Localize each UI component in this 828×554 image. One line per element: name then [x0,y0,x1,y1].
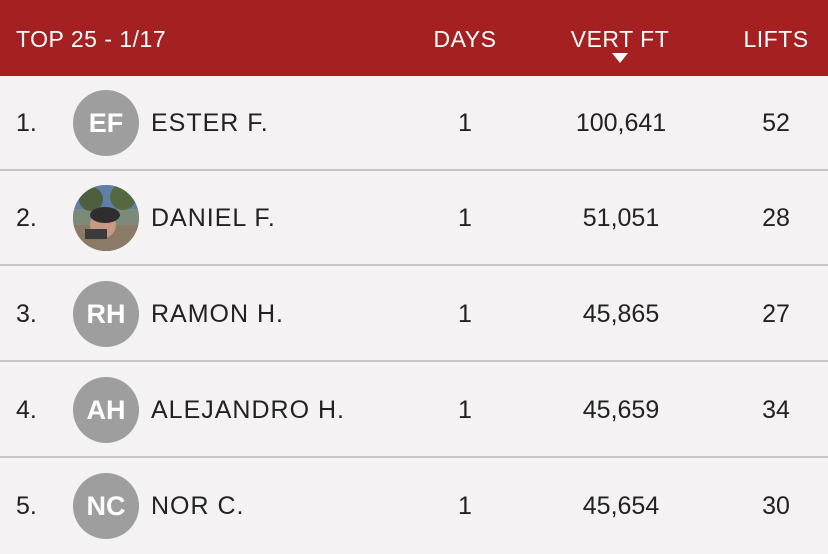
skier-name: ALEJANDRO H. [151,396,345,424]
days-value: 1 [458,204,472,232]
lifts-value: 28 [762,204,790,232]
avatar-photo [73,185,139,251]
vert-ft-value: 51,051 [582,204,660,232]
lifts-value: 52 [762,109,790,137]
leaderboard-row[interactable]: 1. EF ESTER F. 1 100,641 52 [0,76,828,171]
avatar: NC [73,473,139,539]
avatar: AH [73,377,139,443]
leaderboard-header: TOP 25 - 1/17 DAYS VERT FT LIFTS [0,0,828,76]
rank: 5. [16,492,37,520]
rank: 2. [16,204,37,232]
leaderboard-row[interactable]: 2. DANIEL F. 1 51,051 28 [0,171,828,266]
leaderboard-title: TOP 25 - 1/17 [16,26,167,52]
column-header-days[interactable]: DAYS [405,26,525,52]
vert-ft-value: 45,865 [582,300,660,328]
days-value: 1 [458,396,472,424]
days-value: 1 [458,109,472,137]
skier-name: ESTER F. [151,109,269,137]
skier-name: RAMON H. [151,300,284,328]
leaderboard-row[interactable]: 5. NC NOR C. 1 45,654 30 [0,459,828,549]
vert-ft-value: 45,659 [582,396,660,424]
leaderboard-row[interactable]: 4. AH ALEJANDRO H. 1 45,659 34 [0,363,828,458]
leaderboard-row[interactable]: 3. RH RAMON H. 1 45,865 27 [0,267,828,362]
rank: 1. [16,109,37,137]
vert-ft-value: 45,654 [582,492,660,520]
skier-name: NOR C. [151,492,245,520]
days-value: 1 [458,492,472,520]
lifts-value: 30 [762,492,790,520]
rank: 3. [16,300,37,328]
rank: 4. [16,396,37,424]
user-photo-icon [73,185,139,251]
column-header-lifts[interactable]: LIFTS [716,26,828,52]
days-value: 1 [458,300,472,328]
vert-ft-value: 100,641 [575,109,667,137]
skier-name: DANIEL F. [151,204,276,232]
sort-descending-icon[interactable] [612,53,628,63]
lifts-value: 27 [762,300,790,328]
column-header-vert-ft[interactable]: VERT FT [560,26,680,52]
avatar: EF [73,90,139,156]
avatar: RH [73,281,139,347]
lifts-value: 34 [762,396,790,424]
